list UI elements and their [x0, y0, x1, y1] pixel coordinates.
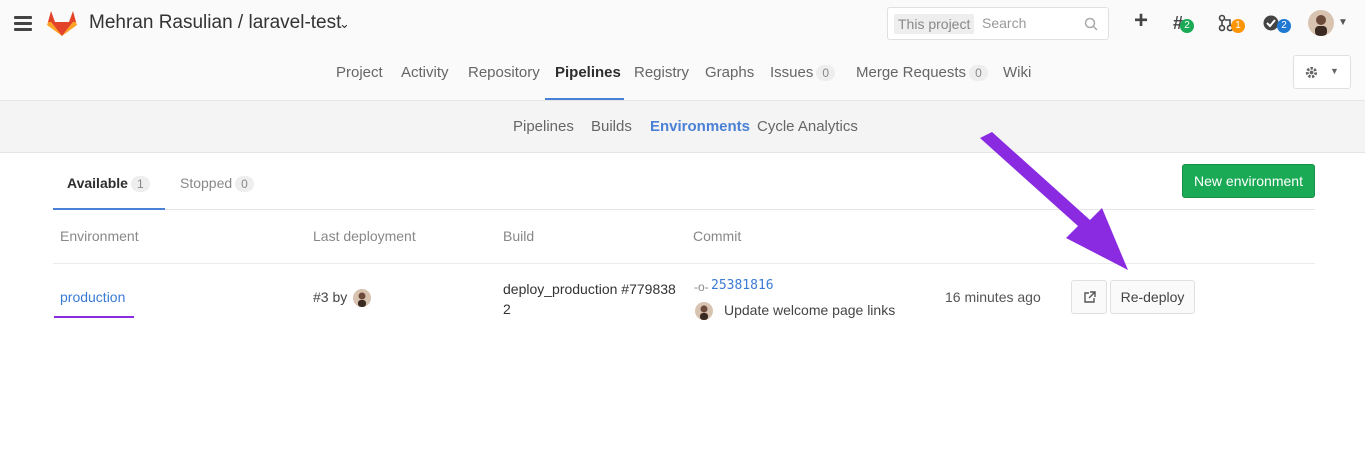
search-scope-badge: This project [894, 14, 975, 34]
commit-author-avatar[interactable] [695, 302, 713, 320]
project-nav: Project Activity Repository Pipelines Re… [0, 48, 1365, 101]
nav-wiki[interactable]: Wiki [1003, 64, 1031, 81]
search-icon [1084, 17, 1098, 31]
deployer-avatar[interactable] [353, 289, 371, 307]
annotation-arrow [980, 132, 1128, 270]
nav-graphs[interactable]: Graphs [705, 64, 754, 81]
tab-available-count: 1 [130, 176, 150, 192]
nav-issues-label: Issues [770, 64, 814, 81]
issues-count-badge: 2 [1277, 19, 1291, 33]
subnav-pipelines[interactable]: Pipelines [513, 118, 574, 135]
nav-merge-requests[interactable]: Merge Requests 0 [856, 64, 988, 81]
nav-merge-requests-count: 0 [969, 65, 988, 81]
tab-stopped-label: Stopped [180, 175, 233, 191]
nav-pipelines[interactable]: Pipelines [555, 64, 621, 81]
build-link[interactable]: deploy_production #7798382 [503, 279, 678, 319]
annotation-underline [54, 316, 134, 318]
caret-down-icon[interactable]: ▼ [1338, 17, 1348, 28]
tab-stopped-count: 0 [235, 176, 254, 192]
gitlab-logo[interactable] [47, 9, 77, 37]
subnav-environments[interactable]: Environments [650, 118, 750, 135]
nav-issues-count: 0 [816, 65, 836, 81]
caret-down-icon: ▼ [1330, 66, 1339, 76]
nav-registry[interactable]: Registry [634, 64, 689, 81]
user-avatar[interactable] [1308, 10, 1334, 36]
search-box[interactable]: This project Search [887, 7, 1109, 40]
todos-button[interactable]: # 2 [1173, 11, 1195, 35]
column-header-environment: Environment [60, 228, 139, 244]
active-tab-underline [53, 208, 165, 210]
merge-requests-button[interactable]: 1 [1218, 11, 1245, 35]
nav-project[interactable]: Project [336, 64, 383, 81]
column-header-last-deployment: Last deployment [313, 228, 416, 244]
column-header-build: Build [503, 228, 535, 244]
sub-nav: Pipelines Builds Environments Cycle Anal… [0, 101, 1365, 153]
merge-requests-count-badge: 1 [1231, 19, 1245, 33]
redeploy-button[interactable]: Re-deploy [1110, 280, 1195, 314]
tab-available[interactable]: Available 1 [67, 175, 150, 192]
commit-sha-link[interactable]: 25381816 [711, 278, 774, 293]
environment-link[interactable]: production [60, 289, 125, 305]
tab-stopped[interactable]: Stopped 0 [180, 175, 254, 192]
chevron-down-icon[interactable]: ⌄ [339, 16, 350, 32]
nav-activity[interactable]: Activity [401, 64, 449, 81]
nav-issues[interactable]: Issues 0 [770, 64, 836, 81]
tab-available-label: Available [67, 175, 128, 191]
menu-icon[interactable] [14, 16, 32, 31]
external-link-icon [1083, 291, 1096, 303]
commit-author-avatar-image [700, 305, 708, 320]
nav-repository[interactable]: Repository [468, 64, 540, 81]
search-input[interactable]: Search [982, 15, 1026, 31]
subnav-builds[interactable]: Builds [591, 118, 632, 135]
project-title[interactable]: Mehran Rasulian / laravel-test [89, 12, 341, 34]
active-nav-underline [545, 98, 624, 100]
settings-dropdown-button[interactable]: ▼ [1293, 55, 1351, 89]
new-item-plus-icon[interactable]: + [1134, 7, 1148, 34]
external-url-button[interactable] [1071, 280, 1107, 314]
deployment-time-ago: 16 minutes ago [945, 289, 1041, 305]
commit-icon: -o- [694, 280, 709, 294]
commit-message-link[interactable]: Update welcome page links [724, 302, 895, 318]
deployer-avatar-image [358, 292, 366, 307]
user-avatar-image [1315, 15, 1327, 36]
issues-button[interactable]: 2 [1262, 11, 1291, 35]
column-header-commit: Commit [693, 228, 742, 244]
new-environment-button[interactable]: New environment [1182, 164, 1315, 198]
last-deployment-text: #3 by [313, 289, 348, 305]
top-header: Mehran Rasulian / laravel-test ⌄ This pr… [0, 0, 1365, 48]
todos-count-badge: 2 [1180, 19, 1195, 33]
subnav-cycle-analytics[interactable]: Cycle Analytics [757, 118, 858, 135]
nav-merge-requests-label: Merge Requests [856, 64, 967, 81]
gear-icon [1305, 66, 1318, 79]
